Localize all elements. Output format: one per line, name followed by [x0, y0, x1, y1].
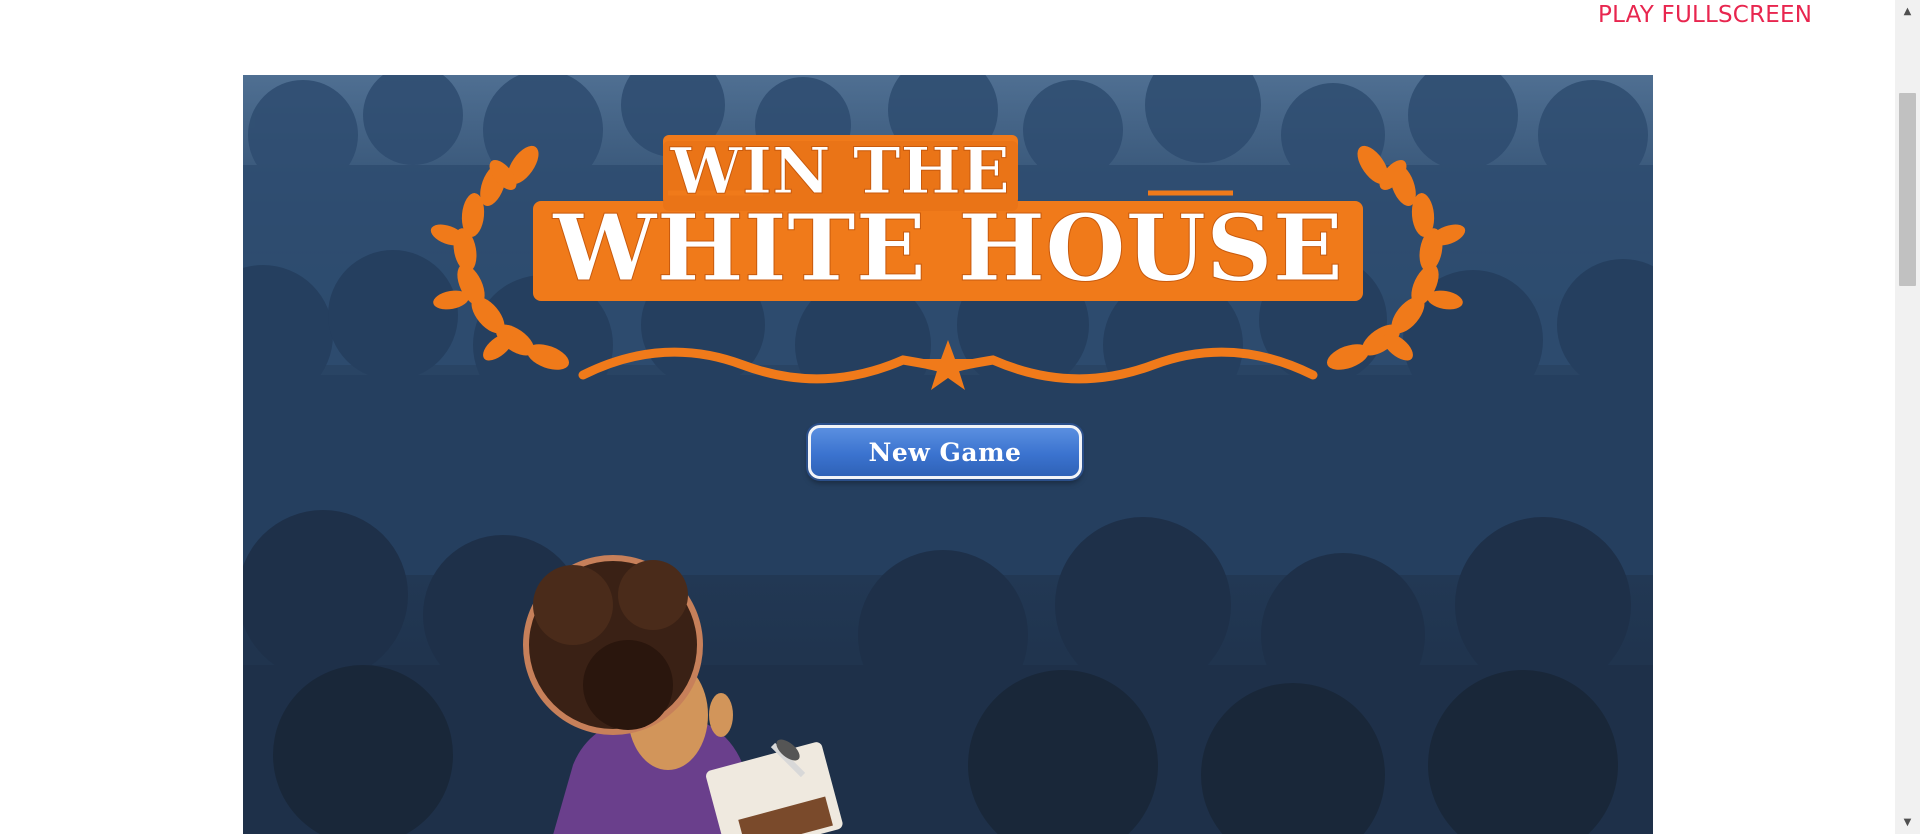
vertical-scrollbar[interactable]: ▲ ▼ [1895, 0, 1920, 834]
scroll-down-arrow-icon[interactable]: ▼ [1895, 813, 1920, 831]
play-fullscreen-link[interactable]: PLAY FULLSCREEN [1598, 2, 1812, 28]
new-game-button[interactable]: New Game [808, 425, 1082, 479]
title-line2: WHITE HOUSE [552, 194, 1343, 302]
scroll-up-arrow-icon[interactable]: ▲ [1895, 2, 1920, 20]
scrollbar-thumb[interactable] [1899, 93, 1916, 286]
page: PLAY FULLSCREEN WIN THE WHITE HOUSE New … [0, 0, 1920, 834]
game-canvas[interactable]: WIN THE WHITE HOUSE New Game [243, 75, 1653, 834]
